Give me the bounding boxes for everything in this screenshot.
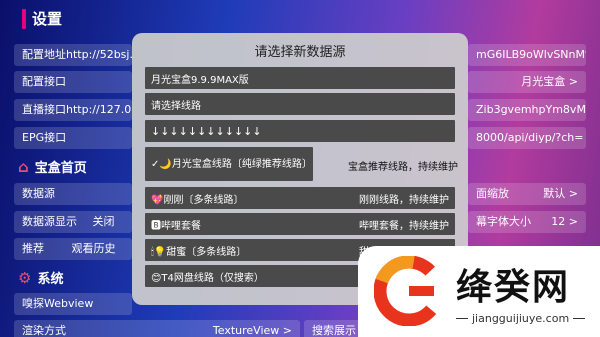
home-title: 宝盒首页 — [34, 161, 87, 176]
option-label: 🕯💡甜蜜〔多条线路〕 — [151, 246, 247, 258]
scale-label: 面缩放 — [476, 187, 509, 200]
option-description: 刚刚线路，持续维护 — [359, 194, 449, 206]
option-label: 🅱哔哩套餐 — [151, 220, 201, 232]
config-url-value: mG6ILB9oWlvSNnM% — [476, 48, 586, 61]
sniff-webview-row[interactable]: 嗅探Webview — [14, 293, 132, 315]
sniff-webview-label: 嗅探Webview — [22, 297, 94, 310]
home-header: ⌂ 宝盒首页 — [18, 157, 87, 177]
font-size-row[interactable]: 幕字体大小 12 > — [468, 211, 586, 233]
watermark-url-line: jiangguijiuye.com — [456, 312, 586, 325]
dialog-option[interactable]: 🅱哔哩套餐 哔哩套餐，持续维护 — [145, 213, 455, 235]
watermark-name: 绛癸网 — [456, 267, 571, 308]
live-api-tail-row[interactable]: Zib3gvemhpYm8vMS — [468, 99, 586, 121]
option-label: ↓↓↓↓↓↓↓↓↓↓↓↓ — [151, 124, 262, 138]
accent-bar — [22, 8, 26, 29]
dialog-option[interactable]: 月光宝盒9.9.9MAX版 — [145, 67, 455, 89]
recommend-row[interactable]: 推荐 观看历史 — [14, 238, 132, 260]
render-mode-row[interactable]: 渲染方式 TextureView > — [14, 320, 300, 337]
scale-row[interactable]: 面缩放 默认 > — [468, 183, 586, 205]
config-api-label: 配置接口 — [22, 75, 66, 88]
gear-icon: ⚙ — [18, 268, 32, 287]
font-size-value: 12 > — [551, 215, 578, 228]
search-display-label: 搜索展示 — [312, 324, 356, 337]
epg-label: EPG接口 — [22, 131, 67, 144]
live-api-label: 直播接口http://127.0. — [22, 103, 132, 116]
dialog-option[interactable]: 💖刚刚〔多条线路〕 刚刚线路，持续维护 — [145, 187, 455, 209]
watermark-url: jiangguijiuye.com — [472, 312, 570, 325]
live-api-value: Zib3gvemhpYm8vMS — [476, 103, 586, 116]
option-label: ✓🌙月光宝盒线路〔纯绿推荐线路〕 — [151, 158, 312, 170]
config-api-row[interactable]: 配置接口 — [14, 71, 132, 93]
watermark-logo: 绛癸网 jiangguijiuye.com — [358, 246, 600, 337]
dialog-option[interactable]: ↓↓↓↓↓↓↓↓↓↓↓↓ — [145, 120, 455, 142]
source-display-label: 数据源显示 — [22, 215, 77, 228]
option-label: 月光宝盒9.9.9MAX版 — [151, 74, 249, 86]
epg-row[interactable]: EPG接口 — [14, 127, 132, 149]
option-label: 😊T4网盘线路（仅搜索） — [151, 272, 264, 284]
source-label: 数据源 — [22, 187, 55, 200]
system-header: ⚙ 系统 — [18, 268, 64, 288]
option-description: 宝盒推荐线路，持续维护 — [348, 162, 458, 173]
source-row[interactable]: 数据源 — [14, 183, 132, 205]
config-url-label: 配置地址http://52bsj. — [22, 48, 132, 61]
live-api-row[interactable]: 直播接口http://127.0. — [14, 99, 132, 121]
logo-mark-icon — [374, 256, 444, 326]
home-icon: ⌂ — [18, 157, 29, 176]
settings-title: 设置 — [32, 10, 63, 28]
dialog-title: 请选择新数据源 — [254, 45, 346, 60]
config-url-tail[interactable]: mG6ILB9oWlvSNnM% — [468, 44, 586, 66]
option-description: 哔哩套餐，持续维护 — [359, 220, 449, 232]
scale-value: 默认 > — [543, 187, 578, 200]
search-display-row[interactable]: 搜索展示 — [304, 320, 364, 337]
render-mode-value: TextureView > — [212, 324, 292, 337]
dialog-option-selected[interactable]: ✓🌙月光宝盒线路〔纯绿推荐线路〕 — [145, 147, 313, 181]
recommend-label: 推荐 — [22, 242, 44, 255]
epg-tail-row[interactable]: 8000/api/diyp/?ch= > — [468, 127, 586, 149]
font-size-label: 幕字体大小 — [476, 215, 531, 228]
render-mode-label: 渲染方式 — [22, 324, 66, 337]
system-title: 系统 — [37, 272, 64, 287]
recommend-value: 观看历史 — [71, 242, 116, 255]
config-url-row[interactable]: 配置地址http://52bsj. — [14, 44, 132, 66]
option-label: 💖刚刚〔多条线路〕 — [151, 194, 244, 206]
epg-value: 8000/api/diyp/?ch= > — [476, 131, 586, 144]
dialog-option[interactable]: 请选择线路 — [145, 93, 455, 115]
source-display-row[interactable]: 数据源显示 关闭 — [14, 211, 132, 233]
settings-header: 设置 — [22, 8, 62, 29]
source-display-value: 关闭 — [92, 215, 115, 228]
option-label: 请选择线路 — [151, 100, 201, 112]
config-api-value: 月光宝盒 > — [521, 75, 578, 88]
config-api-value-row[interactable]: 月光宝盒 > — [468, 71, 586, 93]
